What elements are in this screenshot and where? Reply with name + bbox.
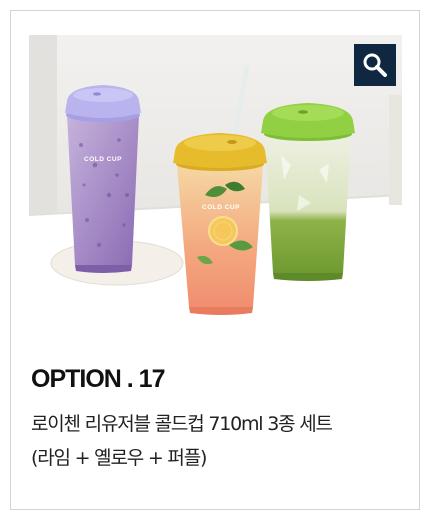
product-photo[interactable]: COLD CUP COLD CUP xyxy=(29,35,402,341)
product-name-line-1: 로이첸 리유저블 콜드컵 710ml 3종 세트 xyxy=(31,413,333,435)
product-option-card[interactable]: COLD CUP COLD CUP OPTION . 17 로이첸 리유저블 콜… xyxy=(10,10,420,510)
option-title: OPTION . 17 xyxy=(31,365,165,393)
search-icon xyxy=(362,52,388,78)
zoom-button[interactable] xyxy=(354,44,396,86)
purple-cup: COLD CUP xyxy=(65,85,141,273)
yellow-cup-label: COLD CUP xyxy=(202,204,240,211)
purple-cup-label: COLD CUP xyxy=(84,156,122,163)
lime-cup xyxy=(261,103,355,281)
product-name-line-2: (라임 + 옐로우 + 퍼플) xyxy=(31,447,207,469)
cold-cups-illustration: COLD CUP COLD CUP xyxy=(29,35,402,341)
product-name: 로이첸 리유저블 콜드컵 710ml 3종 세트 (라임 + 옐로우 + 퍼플) xyxy=(31,407,416,475)
